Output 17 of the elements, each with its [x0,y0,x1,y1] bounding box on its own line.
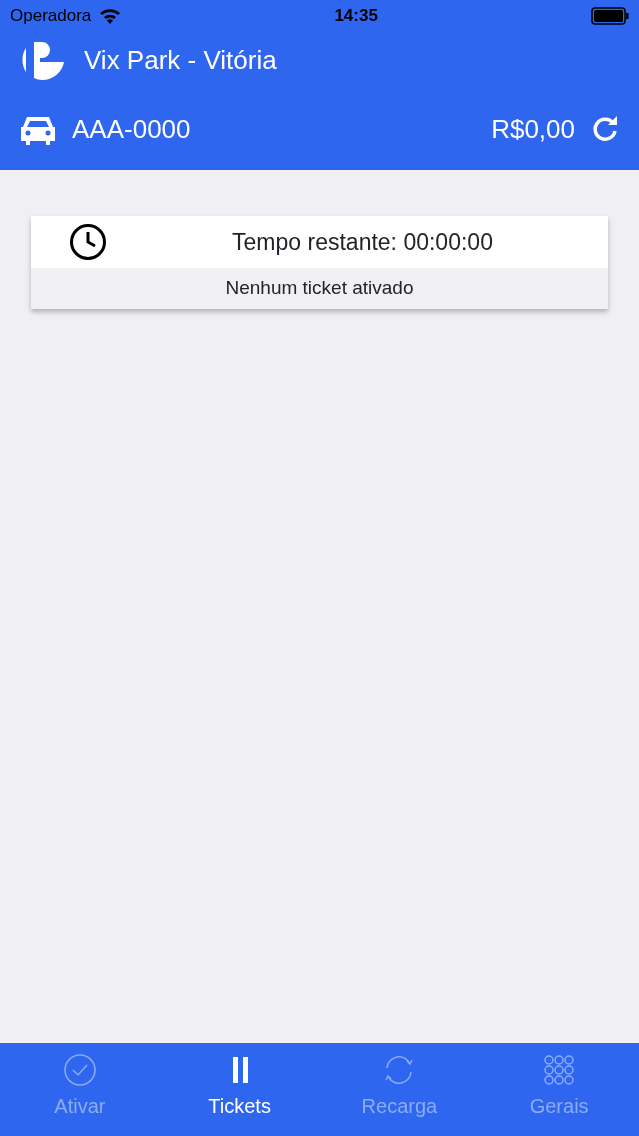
tab-button[interactable]: Ativar [0,1043,160,1136]
tab-button[interactable]: Recarga [319,1043,480,1136]
tab-button[interactable]: Gerais [479,1043,639,1136]
wifi-icon [99,8,122,24]
carrier-name: Operadora [10,5,92,28]
refresh-icon[interactable] [591,115,619,143]
tab-button[interactable]: Tickets [159,1043,320,1136]
clock-icon [69,223,107,261]
no-ticket-message: Nenhum ticket ativado [225,276,414,301]
remaining-time: Tempo restante: 00:00:00 [231,227,494,257]
battery-icon [591,7,629,25]
clock-time: 14:35 [334,5,378,28]
balance-amount: R$0,00 [491,112,575,146]
app-title: Vix Park - Vitória [84,43,277,77]
check-icon [62,1053,97,1087]
license-plate: AAA-0000 [72,112,191,146]
grid-icon [542,1053,577,1087]
